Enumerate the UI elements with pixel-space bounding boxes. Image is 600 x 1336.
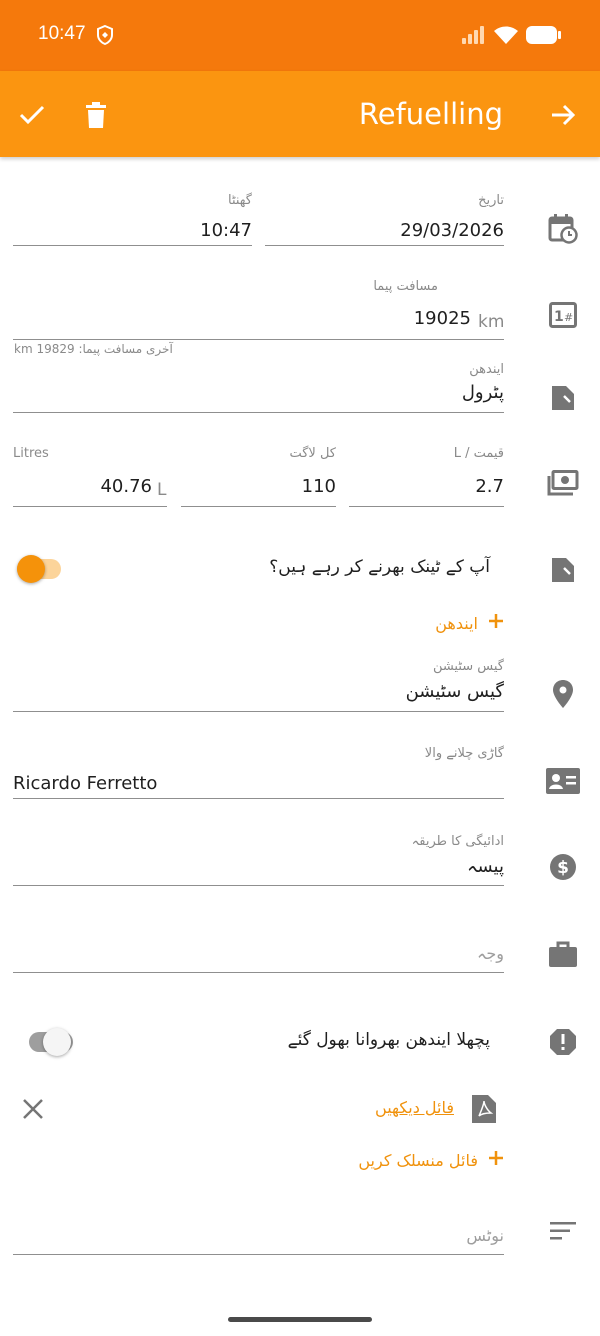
payment-label: ادائیگی کا طریقہ — [411, 834, 504, 849]
fuel-underline — [13, 412, 504, 413]
gas-station-label: گیس سٹیشن — [432, 659, 504, 674]
add-fuel-button[interactable]: ایندھن — [435, 613, 504, 633]
total-cost-value[interactable]: 110 — [302, 476, 336, 497]
save-check-icon[interactable] — [14, 97, 50, 133]
status-bar: 10:47 — [0, 0, 600, 71]
location-pin-icon — [546, 677, 580, 711]
attach-file-button[interactable]: فائل منسلک کریں — [358, 1150, 504, 1170]
shield-icon — [96, 24, 114, 49]
status-time: 10:47 — [38, 23, 86, 44]
reason-underline — [13, 972, 504, 973]
litres-unit: L — [157, 480, 167, 500]
time-underline — [13, 245, 252, 246]
attach-file-label: فائل منسلک کریں — [358, 1150, 478, 1170]
litres-label: Litres — [13, 446, 49, 461]
odometer-underline — [13, 339, 504, 340]
svg-text:1: 1 — [554, 309, 564, 325]
odometer-unit: km — [478, 312, 505, 332]
dollar-icon: $ — [546, 850, 580, 884]
odometer-icon: 1 # — [546, 298, 580, 332]
battery-icon — [526, 25, 562, 49]
alert-icon — [546, 1025, 580, 1059]
full-tank-label: آپ کے ٹینک بھرنے کر رہے ہیں؟ — [269, 557, 490, 577]
missed-refuel-label: پچھلا ایندھن بھروانا بھول گئے — [287, 1030, 490, 1050]
toggle-knob — [43, 1028, 71, 1056]
total-cost-label: کل لاگت — [289, 446, 336, 461]
status-icons — [462, 25, 562, 49]
gesture-nav-handle[interactable] — [228, 1317, 372, 1322]
briefcase-icon — [546, 937, 580, 971]
payment-underline — [13, 885, 504, 886]
svg-text:#: # — [564, 311, 573, 324]
fuel-label: ایندھن — [469, 362, 504, 377]
fuel-can-icon — [546, 380, 580, 414]
fuel-can-icon — [546, 552, 580, 586]
reason-input[interactable]: وجہ — [477, 944, 504, 963]
notes-icon — [546, 1214, 580, 1248]
litres-value[interactable]: 40.76 — [100, 476, 152, 497]
arrow-forward-icon[interactable] — [545, 97, 581, 133]
total-cost-underline — [181, 506, 336, 507]
odometer-value[interactable]: 19025 — [414, 308, 471, 329]
notes-underline — [13, 1254, 504, 1255]
price-label: قیمت / L — [453, 446, 504, 461]
calendar-clock-icon — [546, 212, 580, 246]
odometer-label: مسافت پیما — [373, 279, 438, 294]
missed-refuel-toggle[interactable] — [29, 1028, 73, 1056]
date-label: تاریخ — [478, 193, 504, 208]
delete-icon[interactable] — [78, 97, 114, 133]
driver-underline — [13, 798, 504, 799]
driver-label: گاڑی چلانے والا — [424, 746, 504, 761]
time-value[interactable]: 10:47 — [200, 220, 252, 241]
close-icon[interactable] — [22, 1098, 44, 1124]
time-label: گھنٹا — [228, 193, 252, 208]
date-underline — [265, 245, 504, 246]
plus-icon — [488, 613, 504, 633]
price-value[interactable]: 2.7 — [475, 476, 504, 497]
payment-value[interactable]: پیسہ — [467, 856, 504, 877]
price-underline — [349, 506, 504, 507]
plus-icon — [488, 1150, 504, 1170]
driver-value[interactable]: Ricardo Ferretto — [13, 773, 157, 794]
fuel-value[interactable]: پٹرول — [462, 382, 504, 403]
last-odometer-helper: آخری مسافت پیما: 19829 km — [14, 342, 173, 356]
date-value[interactable]: 29/03/2026 — [400, 220, 504, 241]
signal-icon — [462, 26, 486, 48]
notes-input[interactable]: نوٹس — [466, 1226, 504, 1245]
wifi-icon — [494, 26, 518, 48]
view-file-link[interactable]: فائل دیکھیں — [375, 1098, 454, 1117]
pdf-file-icon — [472, 1095, 496, 1127]
gas-station-underline — [13, 711, 504, 712]
toggle-knob — [17, 555, 45, 583]
full-tank-toggle[interactable] — [17, 555, 61, 583]
page-title: Refuelling — [358, 97, 503, 131]
litres-underline — [13, 506, 167, 507]
app-bar: Refuelling — [0, 71, 600, 157]
gas-station-value[interactable]: گیس سٹیشن — [406, 681, 504, 702]
svg-text:$: $ — [557, 858, 569, 878]
add-fuel-label: ایندھن — [435, 613, 478, 633]
id-card-icon — [546, 764, 580, 798]
money-icon — [546, 466, 580, 500]
